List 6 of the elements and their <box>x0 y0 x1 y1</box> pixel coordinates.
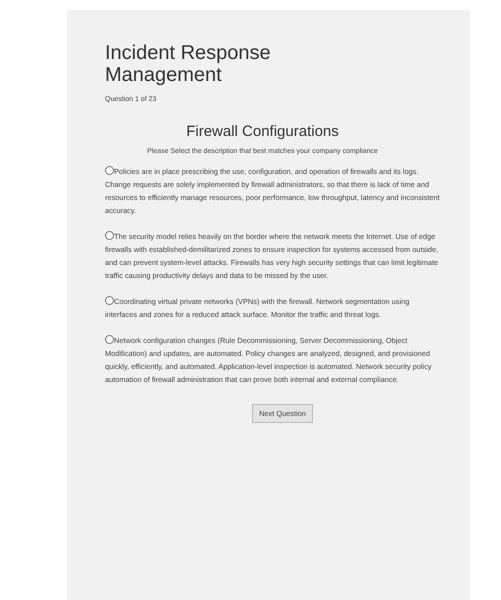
radio-button[interactable] <box>105 231 114 240</box>
page-title: Incident Response Management <box>105 42 272 86</box>
radio-button[interactable] <box>105 296 114 305</box>
question-heading: Firewall Configurations <box>185 123 340 140</box>
radio-button[interactable] <box>105 166 114 175</box>
radio-button[interactable] <box>105 335 114 344</box>
